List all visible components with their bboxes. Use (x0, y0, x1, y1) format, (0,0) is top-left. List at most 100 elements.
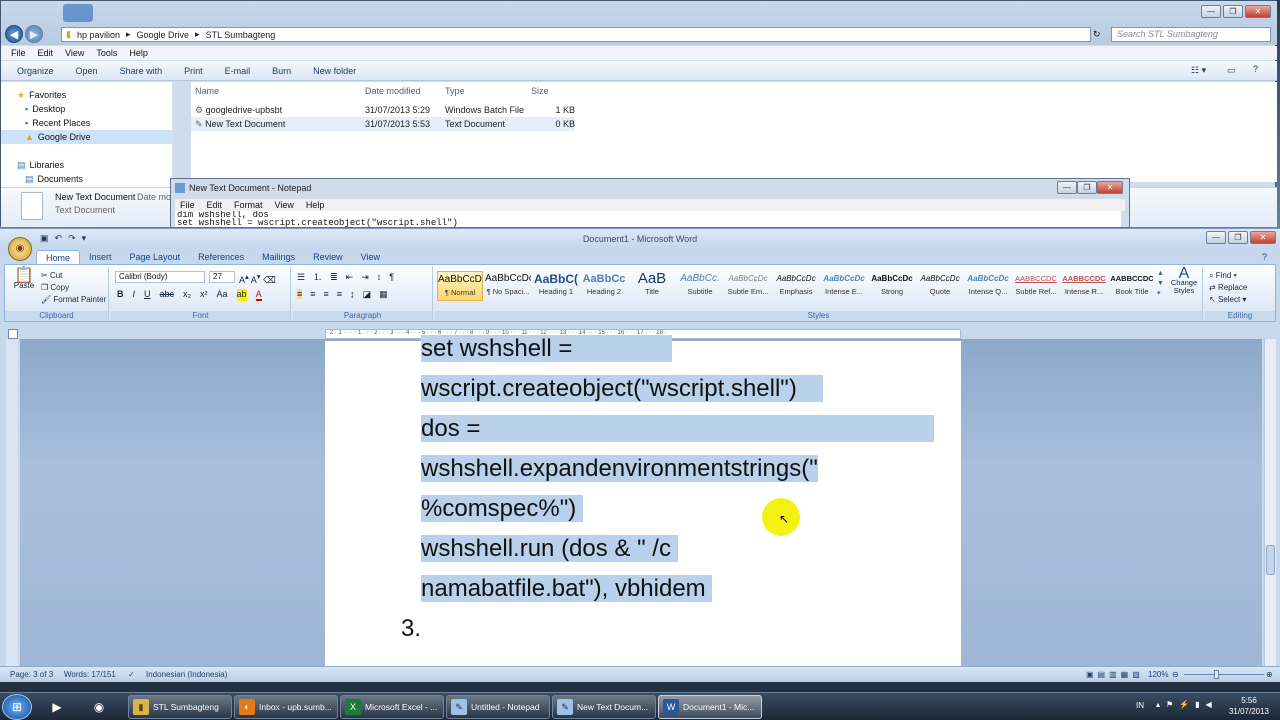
maximize-icon[interactable]: ❐ (1223, 5, 1243, 18)
style-heading-2[interactable]: AaBbCc Heading 2 (581, 271, 627, 301)
maximize-icon[interactable]: ❐ (1077, 181, 1097, 194)
nav-favorites[interactable]: ★ Favorites (1, 88, 172, 102)
style-title[interactable]: AaB Title (629, 271, 675, 301)
start-button-icon[interactable]: ⊞ (2, 694, 32, 720)
clock-time[interactable]: 5:56 (1224, 696, 1274, 705)
borders-icon[interactable]: ▦ (379, 289, 388, 299)
sort-icon[interactable]: ↕ (377, 272, 382, 282)
menu-help[interactable]: Help (129, 46, 148, 60)
chrome-icon[interactable]: ◉ (84, 696, 114, 718)
copy-button[interactable]: ❐ Copy (41, 283, 69, 293)
clock-date[interactable]: 31/07/2013 (1224, 707, 1274, 716)
breadcrumb-item[interactable]: Google Drive (137, 30, 190, 40)
menu-view[interactable]: View (65, 46, 84, 60)
font-name-select[interactable]: Calibri (Body) (115, 271, 205, 283)
file-row[interactable]: ⚙ googledrive-upbsbt 31/07/2013 5:29 Win… (191, 103, 1277, 117)
address-bar[interactable]: ▮ hp pavilion ▸ Google Drive ▸ STL Sumba… (61, 27, 1091, 42)
font-size-select[interactable]: 27 (209, 271, 235, 283)
style-quote[interactable]: AaBbCcDc Quote (917, 271, 963, 301)
column-type[interactable]: Type (445, 84, 525, 98)
new-folder-button[interactable]: New folder (313, 66, 356, 76)
search-input[interactable]: Search STL Sumbagteng (1111, 27, 1271, 42)
subscript-icon[interactable]: x₂ (183, 289, 191, 301)
style-intense-quote[interactable]: AaBbCcDc Intense Q... (965, 271, 1011, 301)
menu-help[interactable]: Help (306, 199, 325, 211)
tab-page-layout[interactable]: Page Layout (121, 250, 190, 264)
minimize-icon[interactable]: — (1057, 181, 1077, 194)
back-icon[interactable]: ◀ (5, 25, 23, 43)
superscript-icon[interactable]: x² (200, 289, 208, 301)
tab-references[interactable]: References (189, 250, 253, 264)
style-book-title[interactable]: AABBCCDC Book Title (1109, 271, 1155, 301)
decrease-indent-icon[interactable]: ⇤ (346, 272, 354, 282)
taskbar-item[interactable]: X Microsoft Excel - ... (340, 695, 444, 719)
vertical-scrollbar[interactable] (1264, 339, 1276, 667)
tab-home[interactable]: Home (36, 250, 81, 264)
document-page[interactable]: set wshshell = wscript.createobject("wsc… (325, 335, 961, 667)
help-icon[interactable]: ? (1262, 252, 1267, 262)
refresh-icon[interactable]: ↻ (1093, 29, 1101, 40)
line-spacing-icon[interactable]: ↨ (350, 289, 355, 299)
taskbar-item[interactable]: W Document1 - Mic... (658, 695, 762, 719)
highlight-icon[interactable]: ab (236, 289, 247, 301)
style-no-spacing[interactable]: AaBbCcDc ¶ No Spaci... (485, 271, 531, 301)
multilevel-list-icon[interactable]: ≣ (330, 272, 338, 282)
style-intense-emphasis[interactable]: AaBbCcDc Intense E... (821, 271, 867, 301)
show-marks-icon[interactable]: ¶ (389, 272, 394, 282)
breadcrumb-item[interactable]: STL Sumbagteng (206, 30, 276, 40)
word-count[interactable]: Words: 17/151 (64, 667, 116, 682)
styles-scroll[interactable]: ▲ ▼ ▾ (1157, 269, 1164, 299)
nav-item-desktop[interactable]: ▪ Desktop (1, 102, 172, 116)
tab-view[interactable]: View (352, 250, 389, 264)
burn-button[interactable]: Burn (272, 66, 291, 76)
format-painter-button[interactable]: 🖌 Format Painter (41, 295, 106, 305)
taskbar-item[interactable]: ◐ Inbox - upb.sumb... (234, 695, 338, 719)
menu-format[interactable]: Format (234, 199, 263, 211)
style-subtle-reference[interactable]: AABBCCDC Subtle Ref... (1013, 271, 1059, 301)
style-normal[interactable]: AaBbCcDc ¶ Normal (437, 271, 483, 301)
align-center-icon[interactable]: ≡ (310, 289, 315, 299)
numbering-icon[interactable]: ⒈ (313, 272, 322, 282)
style-emphasis[interactable]: AaBbCcDc Emphasis (773, 271, 819, 301)
column-size[interactable]: Size (525, 84, 575, 98)
taskbar-item[interactable]: ✎ New Text Docum... (552, 695, 656, 719)
style-strong[interactable]: AaBbCcDc Strong (869, 271, 915, 301)
preview-pane-icon[interactable]: ▭ (1227, 65, 1236, 76)
taskbar-item[interactable]: ✎ Untitled - Notepad (446, 695, 550, 719)
notepad-text-area[interactable]: dim wshshell, dos set wshshell = wscript… (175, 211, 1121, 227)
page-count[interactable]: Page: 3 of 3 (10, 667, 53, 682)
office-button-icon[interactable]: ◉ (8, 237, 32, 261)
breadcrumb-item[interactable]: hp pavilion (77, 30, 120, 40)
zoom-level[interactable]: 120% (1148, 667, 1168, 682)
change-styles-button[interactable]: A Change Styles (1167, 266, 1201, 295)
increase-indent-icon[interactable]: ⇥ (361, 272, 369, 282)
print-button[interactable]: Print (184, 66, 203, 76)
tab-insert[interactable]: Insert (80, 250, 121, 264)
italic-icon[interactable]: I (133, 289, 136, 301)
view-options-icon[interactable]: ☷ ▾ (1191, 65, 1206, 76)
tab-mailings[interactable]: Mailings (253, 250, 304, 264)
media-player-icon[interactable]: ▶ (42, 696, 72, 718)
menu-file[interactable]: File (11, 46, 26, 60)
view-buttons[interactable]: ▣▤▥▦▧ (1086, 667, 1144, 682)
justify-icon[interactable]: ≡ (337, 289, 342, 299)
paste-button[interactable]: 📋 Paste (11, 268, 37, 291)
cut-button[interactable]: ✂ Cut (41, 271, 62, 281)
nav-item-documents[interactable]: ▤ Documents (1, 172, 172, 186)
share-with-button[interactable]: Share with (120, 66, 163, 76)
menu-edit[interactable]: Edit (207, 199, 223, 211)
shading-icon[interactable]: ◪ (363, 289, 372, 299)
align-right-icon[interactable]: ≡ (324, 289, 329, 299)
nav-libraries[interactable]: ▤ Libraries (1, 158, 172, 172)
close-icon[interactable]: ✕ (1245, 5, 1271, 18)
grow-font-icon[interactable]: A▴ A▾ ⌫ (239, 272, 276, 285)
zoom-slider[interactable] (1184, 674, 1264, 675)
zoom-out-icon[interactable]: ⊖ (1172, 667, 1179, 682)
change-case-icon[interactable]: Aa (217, 289, 228, 301)
menu-file[interactable]: File (180, 199, 195, 211)
zoom-slider-thumb[interactable] (1214, 670, 1219, 679)
proofing-icon[interactable]: ✓ (128, 667, 135, 682)
replace-button[interactable]: ⇄ Replace (1209, 283, 1247, 293)
minimize-icon[interactable]: — (1206, 231, 1226, 244)
file-row[interactable]: ✎ New Text Document 31/07/2013 5:53 Text… (191, 117, 575, 131)
